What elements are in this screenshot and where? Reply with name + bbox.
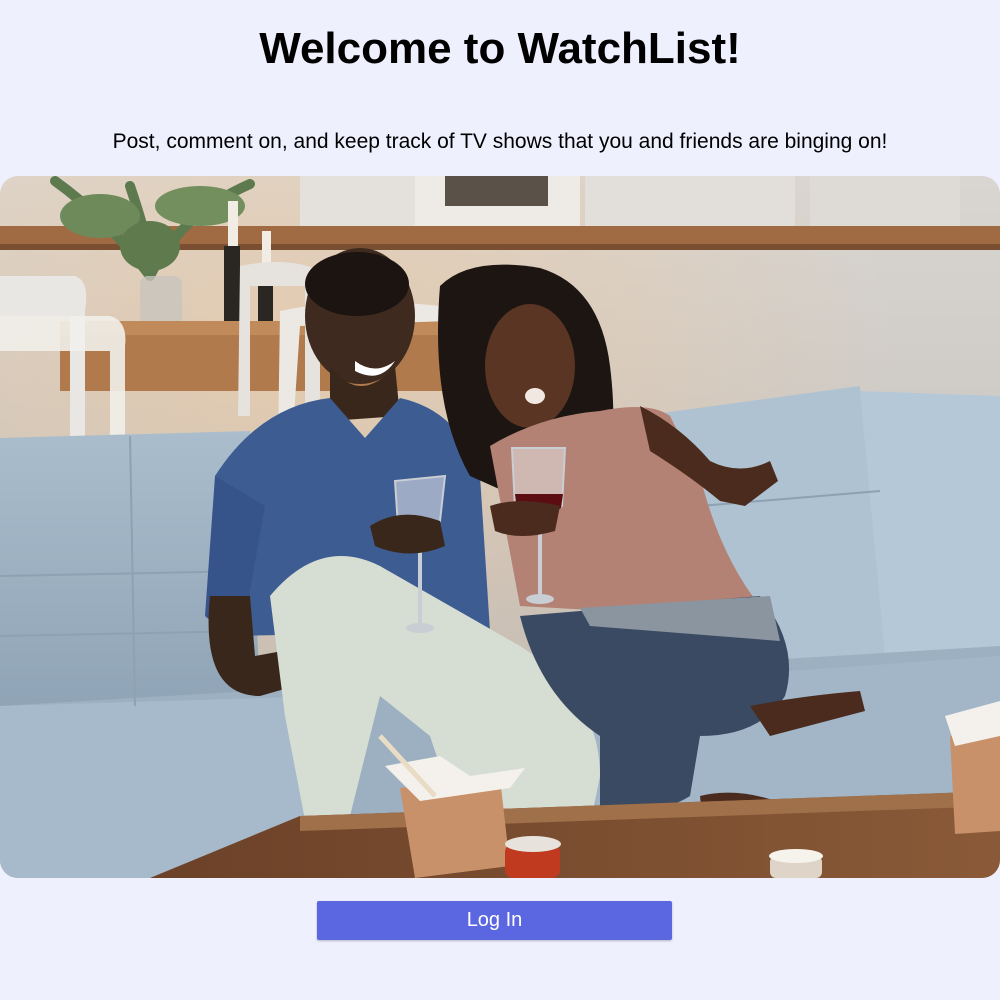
landing-page: Welcome to WatchList! Post, comment on, … xyxy=(0,0,1000,1000)
login-button[interactable]: Log In xyxy=(317,901,672,940)
page-subtitle: Post, comment on, and keep track of TV s… xyxy=(112,130,888,153)
page-title: Welcome to WatchList! xyxy=(259,24,741,73)
hero-image xyxy=(0,176,1000,878)
